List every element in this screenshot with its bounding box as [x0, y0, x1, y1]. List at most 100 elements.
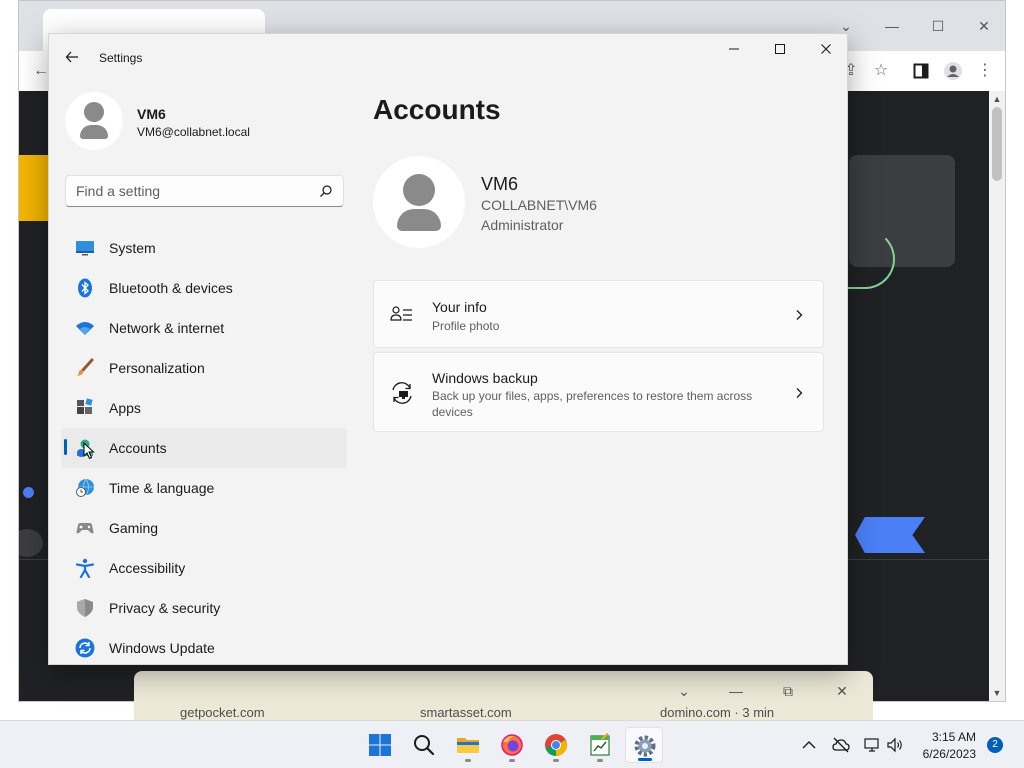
bookmark-star-icon[interactable]: ☆: [869, 59, 893, 83]
background-link[interactable]: domino.com · 3 min: [660, 705, 774, 720]
back-arrow-icon[interactable]: [61, 46, 83, 68]
windows-logo-icon: [369, 734, 391, 756]
notification-badge[interactable]: 2: [987, 737, 1003, 753]
bluetooth-icon: [78, 278, 92, 298]
chevron-right-icon: [796, 388, 803, 398]
selection-indicator: [64, 439, 67, 455]
nav-label: Bluetooth & devices: [109, 280, 233, 296]
shield-icon: [77, 599, 93, 617]
search-icon[interactable]: [319, 184, 333, 198]
clock-time[interactable]: 3:15 AM: [932, 730, 976, 744]
accessibility-icon: [75, 558, 95, 578]
nav-item-apps[interactable]: Apps: [61, 388, 347, 428]
page-decoration: [19, 529, 43, 557]
volume-icon[interactable]: [886, 736, 904, 754]
title-bar: Settings: [49, 34, 847, 80]
chevron-down-icon[interactable]: ⌄: [672, 683, 696, 703]
nav-item-privacy-security[interactable]: Privacy & security: [61, 588, 347, 628]
running-indicator: [597, 759, 603, 762]
scroll-up-icon[interactable]: ▲: [989, 91, 1005, 107]
active-indicator: [638, 758, 652, 761]
notepad-app-button[interactable]: [581, 727, 619, 763]
app-title: Settings: [99, 51, 143, 65]
account-avatar: [373, 156, 465, 248]
nav-label: System: [109, 240, 156, 256]
mouse-cursor-icon: [83, 442, 95, 460]
close-button[interactable]: [803, 34, 847, 66]
page-title: Accounts: [373, 94, 501, 125]
card-title: Your info: [432, 299, 487, 315]
page-decoration: [855, 517, 925, 553]
panel-restore-icon[interactable]: ⧉: [776, 683, 800, 703]
nav-item-bluetooth[interactable]: Bluetooth & devices: [61, 268, 347, 308]
nav-label: Apps: [109, 400, 141, 416]
maximize-button[interactable]: [757, 34, 803, 66]
search-button[interactable]: [405, 727, 443, 763]
firefox-button[interactable]: [493, 727, 531, 763]
gamepad-icon: [76, 523, 94, 534]
settings-button[interactable]: [625, 727, 663, 763]
card-subtitle: Profile photo: [432, 319, 500, 333]
nav-item-gaming[interactable]: Gaming: [61, 508, 347, 548]
system-icon: [76, 241, 94, 256]
chevron-right-icon: [796, 310, 803, 320]
user-profile[interactable]: VM6 VM6@collabnet.local: [65, 92, 355, 150]
panel-close-icon[interactable]: ✕: [830, 683, 854, 703]
nav-item-windows-update[interactable]: Windows Update: [61, 628, 347, 664]
running-indicator: [509, 759, 515, 762]
running-indicator: [465, 759, 471, 762]
nav-label: Windows Update: [109, 640, 215, 656]
browser-maximize-icon[interactable]: ☐: [915, 11, 961, 41]
browser-menu-icon[interactable]: ⋮: [973, 59, 997, 83]
account-domain: COLLABNET\VM6: [481, 197, 597, 213]
background-link[interactable]: getpocket.com: [180, 705, 265, 720]
folder-icon: [457, 738, 479, 753]
nav-item-accounts[interactable]: Accounts: [61, 428, 347, 468]
windows-backup-card[interactable]: Windows backup Back up your files, apps,…: [373, 352, 824, 432]
cloud-offline-icon[interactable]: [832, 736, 850, 754]
panel-minimize-icon[interactable]: —: [724, 683, 748, 703]
nav-item-time-language[interactable]: Time & language: [61, 468, 347, 508]
chevron-up-icon[interactable]: [800, 736, 818, 754]
brush-icon: [77, 358, 94, 376]
nav-label: Privacy & security: [109, 600, 221, 616]
taskbar: 3:15 AM 6/26/2023 2: [0, 720, 1024, 768]
search-box[interactable]: [65, 175, 344, 207]
chrome-button[interactable]: [537, 727, 575, 763]
search-input[interactable]: [76, 181, 306, 201]
minimize-button[interactable]: [711, 34, 757, 66]
wifi-icon: [76, 322, 94, 335]
person-info-icon: [390, 306, 412, 321]
background-link[interactable]: smartasset.com: [420, 705, 512, 720]
clock-date[interactable]: 6/26/2023: [923, 747, 976, 761]
nav-label: Gaming: [109, 520, 159, 536]
nav-label: Personalization: [109, 360, 205, 376]
page-decoration: [23, 487, 34, 498]
nav-label: Accessibility: [109, 560, 186, 576]
nav-item-accessibility[interactable]: Accessibility: [61, 548, 347, 588]
globe-clock-icon: [76, 478, 94, 497]
running-indicator: [553, 759, 559, 762]
network-icon[interactable]: [863, 736, 881, 754]
account-name: VM6: [481, 174, 519, 194]
search-icon: [414, 735, 435, 756]
file-explorer-button[interactable]: [449, 727, 487, 763]
browser-close-icon[interactable]: ✕: [961, 11, 1007, 41]
start-button[interactable]: [361, 727, 399, 763]
account-role: Administrator: [481, 217, 564, 233]
profile-avatar-icon[interactable]: [941, 59, 965, 83]
your-info-card[interactable]: Your info Profile photo: [373, 280, 824, 348]
side-panel-icon[interactable]: [909, 59, 933, 83]
nav-item-system[interactable]: System: [61, 228, 347, 268]
scroll-down-icon[interactable]: ▼: [989, 685, 1005, 701]
browser-scrollbar[interactable]: ▲ ▼: [989, 91, 1005, 701]
nav-item-network[interactable]: Network & internet: [61, 308, 347, 348]
card-title: Windows backup: [432, 370, 538, 386]
nav-label: Time & language: [109, 480, 215, 496]
avatar: [65, 92, 123, 150]
gear-icon: [634, 735, 656, 757]
nav-item-personalization[interactable]: Personalization: [61, 348, 347, 388]
update-icon: [75, 638, 95, 658]
scroll-thumb[interactable]: [992, 107, 1002, 181]
browser-minimize-icon[interactable]: —: [869, 11, 915, 41]
